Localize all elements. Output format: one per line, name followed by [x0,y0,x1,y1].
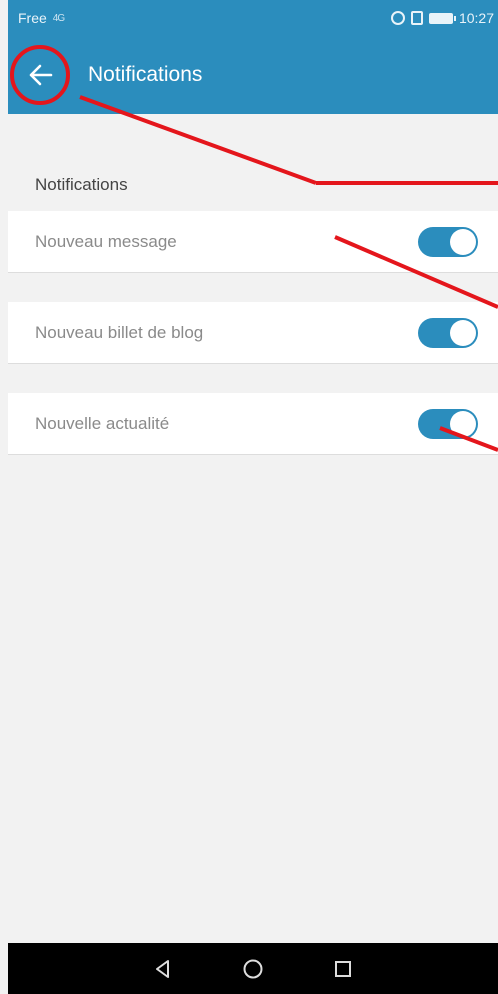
status-right: 10:27 [390,10,494,26]
recents-square-icon [335,960,351,977]
annotation-lines [79,95,498,452]
battery-icon [428,12,456,24]
setting-row-nouveau-message[interactable]: Nouveau message [8,211,498,273]
app-bar: Notifications [8,36,498,114]
carrier-label: Free [18,10,47,26]
toggle-knob [450,410,476,437]
nouvelle-actualite-toggle[interactable] [418,408,478,439]
nav-back-button[interactable] [148,954,178,984]
clock: 10:27 [458,10,494,26]
page-title: Notifications [88,63,203,86]
nav-recents-button[interactable] [328,954,358,984]
alarm-icon [390,11,405,25]
toggle-knob [450,228,476,255]
status-bar: Free 4G 10:27 [8,0,498,36]
vibrate-icon [410,11,423,25]
setting-row-nouveau-billet[interactable]: Nouveau billet de blog [8,302,498,364]
android-nav-bar [8,943,498,994]
setting-label: Nouveau billet de blog [35,322,204,342]
setting-label: Nouvelle actualité [35,413,170,433]
setting-label: Nouveau message [35,231,177,251]
status-left: Free 4G [18,10,65,26]
nouveau-message-toggle[interactable] [418,226,478,257]
signal-icon: 4G [52,12,65,24]
home-circle-icon [243,959,263,978]
setting-row-nouvelle-actualite[interactable]: Nouvelle actualité [8,393,498,455]
back-button[interactable] [10,45,70,105]
section-title: Notifications [35,175,128,194]
back-triangle-icon [156,959,169,978]
toggle-knob [450,319,476,346]
nav-home-button[interactable] [238,954,268,984]
arrow-left-icon [29,64,53,86]
nouveau-billet-toggle[interactable] [418,317,478,348]
